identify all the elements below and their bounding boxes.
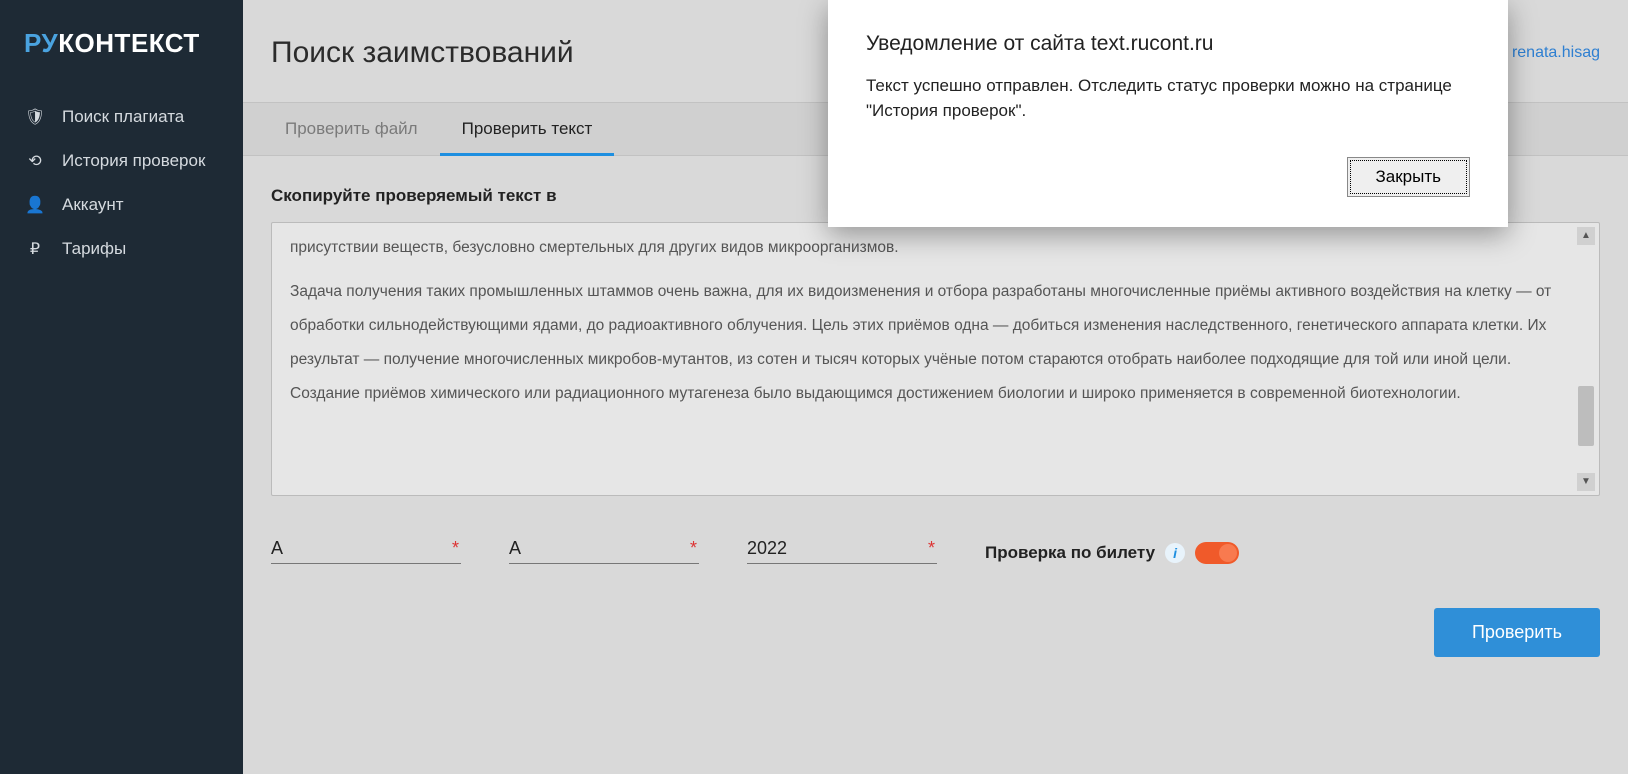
history-icon: ⟲ bbox=[24, 151, 46, 171]
ticket-label: Проверка по билету bbox=[985, 543, 1155, 563]
scroll-up-icon[interactable]: ▲ bbox=[1577, 227, 1595, 245]
sidebar-item-label: Аккаунт bbox=[62, 195, 124, 215]
logo: РУКОНТЕКСТ bbox=[0, 28, 243, 95]
sidebar-item-label: Тарифы bbox=[62, 239, 126, 259]
required-star: * bbox=[690, 538, 697, 559]
welcome-user-link[interactable]: renata.hisag bbox=[1512, 44, 1600, 61]
author-last-input[interactable] bbox=[509, 534, 699, 564]
info-icon[interactable]: i bbox=[1165, 543, 1185, 563]
required-star: * bbox=[928, 538, 935, 559]
tab-check-text[interactable]: Проверить текст bbox=[440, 103, 615, 155]
user-icon: 👤 bbox=[24, 195, 46, 215]
sidebar-item-history[interactable]: ⟲ История проверок bbox=[0, 139, 243, 183]
year-input[interactable] bbox=[747, 534, 937, 564]
author-first-input[interactable] bbox=[271, 534, 461, 564]
main: Поиск заимствований Добро пожаловать, re… bbox=[243, 0, 1628, 774]
field-year: * bbox=[747, 534, 937, 564]
sidebar-item-label: История проверок bbox=[62, 151, 205, 171]
text-paragraph: присутствии веществ, безусловно смертель… bbox=[290, 231, 1563, 265]
ticket-check-group: Проверка по билету i bbox=[985, 542, 1239, 564]
form-row: * * * Проверка по билету i bbox=[271, 534, 1600, 564]
modal-body: Текст успешно отправлен. Отследить стату… bbox=[866, 74, 1470, 123]
scroll-thumb[interactable] bbox=[1578, 386, 1594, 445]
scroll-down-icon[interactable]: ▼ bbox=[1577, 473, 1595, 491]
field-author-first: * bbox=[271, 534, 461, 564]
modal-close-button[interactable]: Закрыть bbox=[1347, 157, 1470, 197]
sidebar-item-tariffs[interactable]: ₽ Тарифы bbox=[0, 227, 243, 271]
text-paragraph: Задача получения таких промышленных штам… bbox=[290, 275, 1563, 411]
scroll-track[interactable] bbox=[1577, 245, 1595, 473]
shield-icon: 🛡 bbox=[24, 107, 46, 127]
sidebar-item-label: Поиск плагиата bbox=[62, 107, 184, 127]
sidebar-item-account[interactable]: 👤 Аккаунт bbox=[0, 183, 243, 227]
submit-row: Проверить bbox=[271, 608, 1600, 657]
logo-rest: КОНТЕКСТ bbox=[58, 28, 200, 58]
sidebar: РУКОНТЕКСТ 🛡 Поиск плагиата ⟲ История пр… bbox=[0, 0, 243, 774]
toggle-knob bbox=[1219, 544, 1237, 562]
sidebar-item-plagiarism[interactable]: 🛡 Поиск плагиата bbox=[0, 95, 243, 139]
submit-button[interactable]: Проверить bbox=[1434, 608, 1600, 657]
field-author-last: * bbox=[509, 534, 699, 564]
text-input-area[interactable]: присутствии веществ, безусловно смертель… bbox=[271, 222, 1600, 496]
tab-check-file[interactable]: Проверить файл bbox=[263, 103, 440, 155]
page-title: Поиск заимствований bbox=[271, 36, 574, 70]
notification-modal: Уведомление от сайта text.rucont.ru Текс… bbox=[828, 0, 1508, 227]
modal-title: Уведомление от сайта text.rucont.ru bbox=[866, 32, 1470, 56]
ticket-toggle[interactable] bbox=[1195, 542, 1239, 564]
scrollbar[interactable]: ▲ ▼ bbox=[1577, 227, 1595, 491]
content: Скопируйте проверяемый текст в присутств… bbox=[243, 156, 1628, 685]
required-star: * bbox=[452, 538, 459, 559]
ruble-icon: ₽ bbox=[24, 239, 46, 259]
logo-prefix: РУ bbox=[24, 28, 58, 58]
